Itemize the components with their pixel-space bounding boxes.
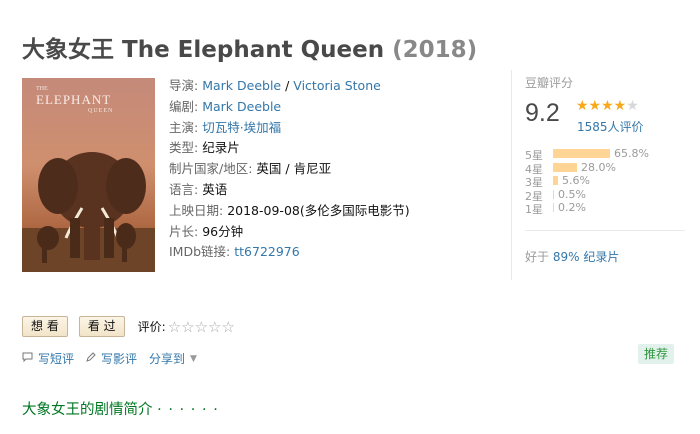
write-review-label: 写影评	[101, 352, 138, 366]
cast-link[interactable]: 切瓦特·埃加福	[202, 120, 281, 135]
writer-label: 编剧:	[169, 98, 199, 114]
director-label: 导演:	[169, 78, 199, 93]
director-link-2[interactable]: Victoria Stone	[293, 78, 381, 93]
rating-stars-icon: ★★★★★	[576, 98, 639, 114]
synopsis-heading: 大象女王的剧情简介 · · · · · ·	[22, 398, 219, 419]
genre-value: 纪录片	[202, 140, 240, 156]
poster-main-text: ELEPHANT	[36, 92, 111, 107]
info-runtime-row: 片长: 96分钟	[169, 222, 410, 243]
language-value: 英语	[202, 181, 228, 197]
runtime-label: 片长:	[169, 223, 199, 239]
review-links: 写短评 写影评 分享到 ▼	[22, 350, 209, 367]
poster-sub-text: QUEEN	[88, 108, 113, 114]
language-label: 语言:	[169, 181, 199, 197]
cast-label: 主演:	[169, 119, 199, 135]
rating-percent: 28.0%	[581, 160, 616, 174]
rating-star-label: 1星	[525, 203, 543, 216]
runtime-value: 96分钟	[202, 223, 244, 239]
write-short-review-label: 写短评	[38, 352, 75, 366]
info-country-row: 制片国家/地区: 英国 / 肯尼亚	[169, 159, 410, 180]
imdb-label: IMDb链接:	[169, 244, 231, 260]
rating-bar	[553, 162, 577, 172]
movie-title: 大象女王 The Elephant Queen	[22, 37, 385, 63]
country-value: 英国 / 肯尼亚	[256, 161, 332, 177]
rate-stars-icon[interactable]: ☆☆☆☆☆	[168, 318, 235, 336]
rating-divider-horizontal	[525, 230, 685, 231]
rate-label: 评价:	[137, 320, 166, 334]
better-than: 好于 89% 纪录片	[525, 248, 619, 265]
imdb-link[interactable]: tt6722976	[234, 244, 299, 259]
director-link-1[interactable]: Mark Deeble	[202, 78, 281, 93]
seen-button[interactable]: 看 过	[78, 316, 125, 337]
better-link[interactable]: 89% 纪录片	[553, 250, 620, 264]
info-writer-row: 编剧: Mark Deeble	[169, 97, 410, 118]
page-title: 大象女王 The Elephant Queen (2018)	[22, 30, 477, 64]
movie-poster[interactable]: THE ELEPHANT QUEEN	[22, 78, 155, 272]
movie-year: (2018)	[392, 37, 478, 63]
rating-bar	[553, 189, 554, 199]
rating-score: 9.2	[525, 99, 560, 127]
writer-link[interactable]: Mark Deeble	[202, 99, 281, 114]
recommend-button[interactable]: 推荐	[638, 344, 675, 364]
write-short-review-link[interactable]: 写短评	[22, 350, 74, 367]
info-release-row: 上映日期: 2018-09-08(多伦多国际电影节)	[169, 201, 410, 222]
share-label: 分享到	[149, 352, 186, 366]
info-language-row: 语言: 英语	[169, 180, 410, 201]
genre-label: 类型:	[169, 140, 199, 156]
movie-info: 导演: Mark Deeble / Victoria Stone 编剧: Mar…	[169, 76, 410, 263]
rating-divider	[511, 70, 512, 280]
release-value: 2018-09-08(多伦多国际电影节)	[227, 202, 410, 218]
info-cast-row: 主演: 切瓦特·埃加福	[169, 118, 410, 139]
synopsis-title: 大象女王的剧情简介	[22, 402, 153, 418]
rating-percent: 0.5%	[558, 187, 586, 201]
write-review-link[interactable]: 写影评	[86, 350, 137, 367]
better-prefix: 好于	[525, 250, 550, 264]
rating-bar	[553, 176, 558, 185]
info-director-row: 导演: Mark Deeble / Victoria Stone	[169, 76, 410, 97]
rating-percent: 65.8%	[614, 147, 649, 160]
info-genre-row: 类型: 纪录片	[169, 138, 410, 159]
caret-down-icon: ▼	[190, 353, 197, 364]
rating-percent: 5.6%	[562, 174, 590, 187]
share-dropdown[interactable]: 分享到 ▼	[149, 350, 197, 367]
action-bar: 想 看 看 过 评价: ☆☆☆☆☆	[22, 316, 235, 337]
country-label: 制片国家/地区:	[169, 161, 253, 177]
want-to-see-button[interactable]: 想 看	[22, 316, 68, 337]
release-label: 上映日期:	[169, 202, 224, 218]
synopsis-dots: · · · · · ·	[157, 402, 219, 418]
comment-icon	[22, 352, 33, 365]
director-separator: /	[285, 78, 290, 93]
rating-bar	[553, 203, 554, 212]
info-imdb-row: IMDb链接: tt6722976	[169, 242, 410, 263]
rating-bar	[553, 149, 610, 158]
rating-label: 豆瓣评分	[525, 76, 574, 90]
rating-panel: 豆瓣评分 9.2 ★★★★★ 1585人评价 5星 65.8% 4星 28.0% 3星 5…	[525, 74, 685, 216]
pencil-icon	[86, 352, 96, 365]
rating-percent: 0.2%	[558, 201, 586, 214]
rating-votes-link[interactable]: 1585人评价	[577, 118, 644, 135]
